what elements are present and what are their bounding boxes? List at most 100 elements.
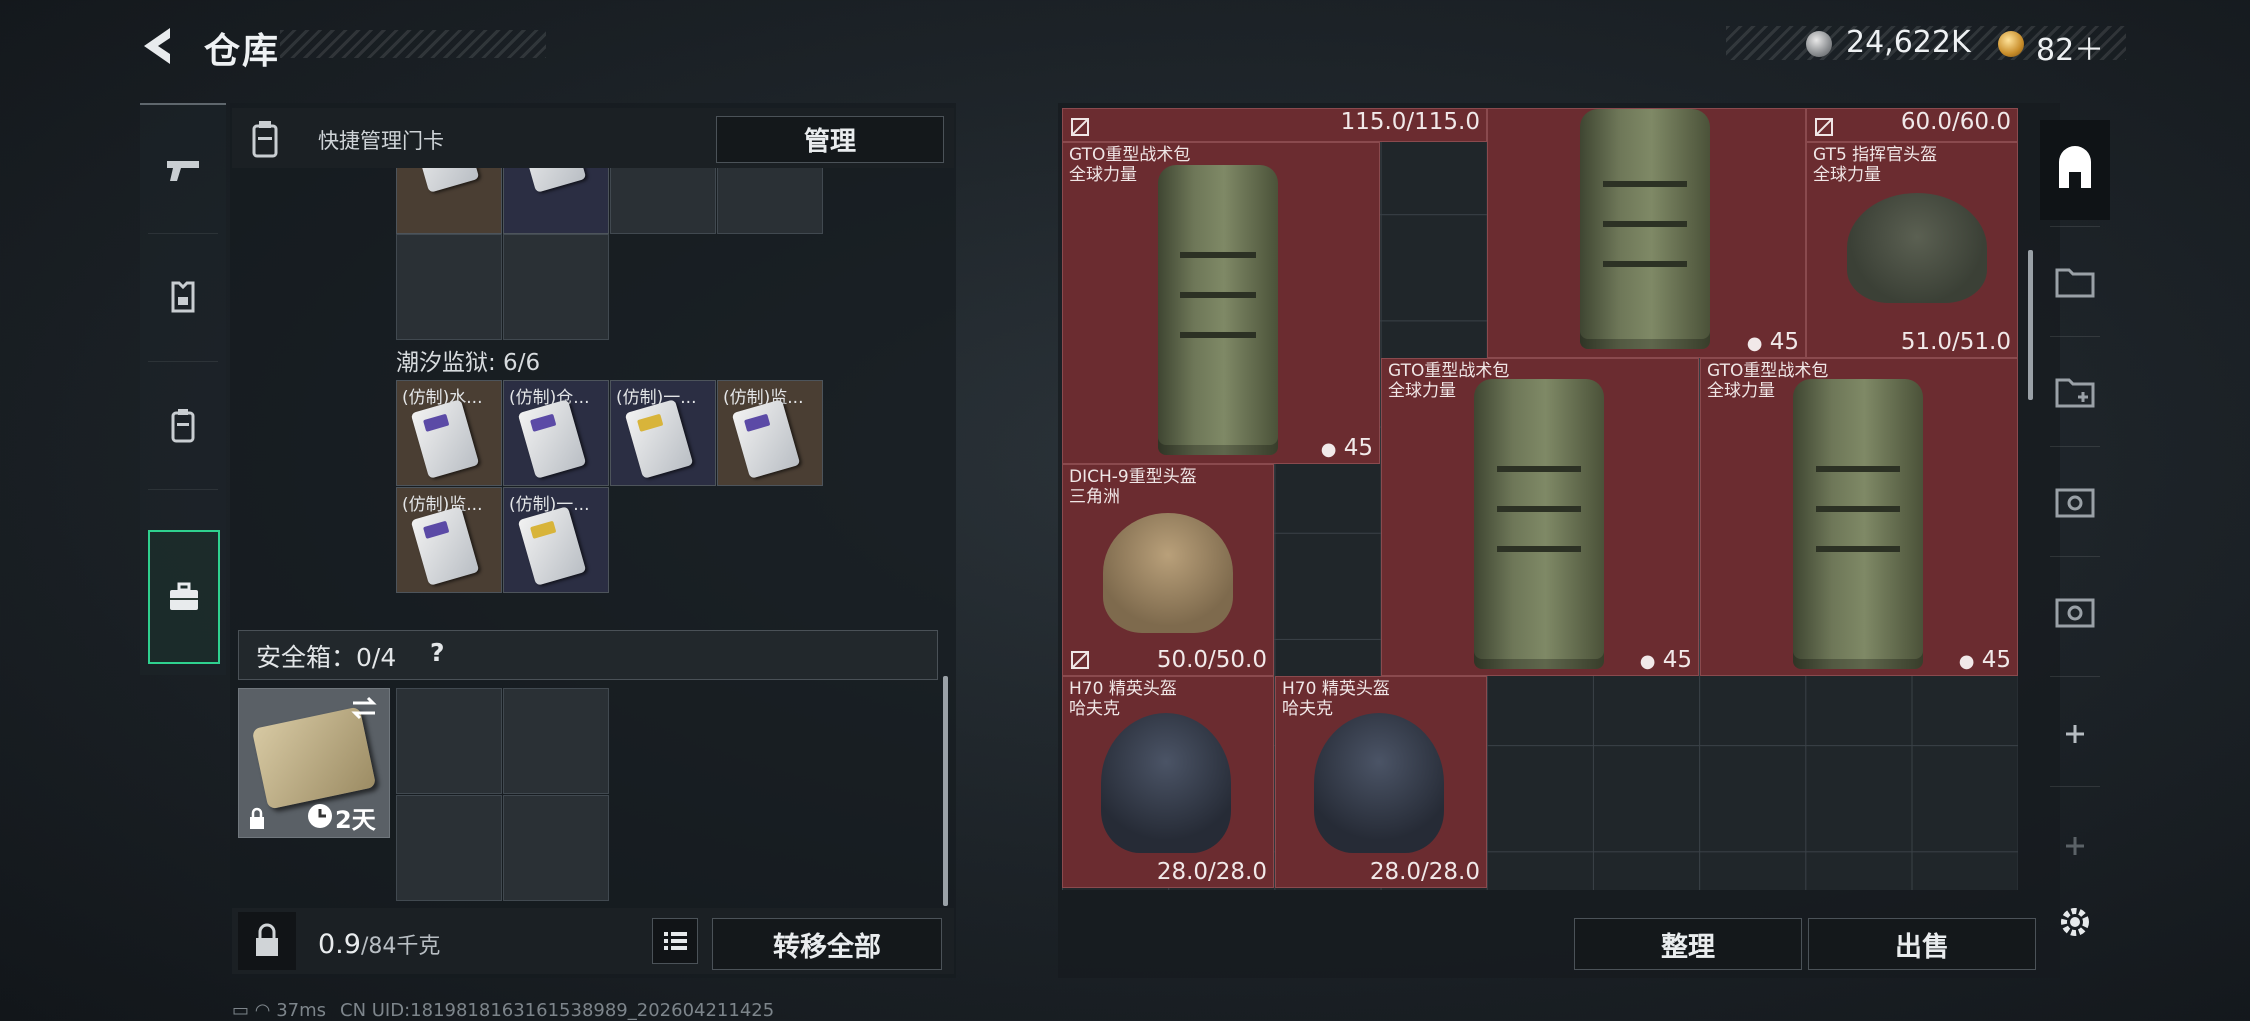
case-timer: 2天 <box>335 806 376 834</box>
empty-slot[interactable] <box>503 688 609 794</box>
stash-item[interactable]: 115.0/115.0 <box>1062 108 1487 142</box>
wifi-icon: ◠ <box>254 1000 271 1021</box>
tactical-backpack-item[interactable]: GTO重型战术包 全球力量 ● 45 <box>1700 358 2018 676</box>
add-folder-icon <box>2055 378 2095 408</box>
tactical-backpack-item[interactable]: ● 45 <box>1487 108 1806 358</box>
stash-page-4[interactable] <box>2040 450 2110 550</box>
key-card[interactable]: (仿制)监... <box>396 487 502 593</box>
add-page-button[interactable] <box>2040 684 2110 784</box>
plus-icon <box>2066 725 2084 743</box>
sort-button[interactable]: 整理 <box>1574 918 1802 970</box>
sell-button[interactable]: 出售 <box>1808 918 2036 970</box>
stack-icon: ● <box>1746 333 1763 354</box>
coin-icon <box>1806 31 1832 57</box>
stash-item[interactable]: 60.0/60.0 <box>1806 108 2018 142</box>
lock-icon <box>256 923 278 956</box>
nav-weapons[interactable] <box>140 105 226 233</box>
clock-icon <box>308 804 332 828</box>
scrollbar[interactable] <box>943 676 948 906</box>
weight-value: 0.9 <box>318 929 361 960</box>
back-arrow-icon <box>144 28 170 64</box>
network-status: ▭ ◠ 37ms <box>232 1000 326 1021</box>
lock-button[interactable] <box>238 912 296 970</box>
helmet-image <box>1314 713 1444 853</box>
no-sale-icon <box>1071 118 1089 136</box>
list-icon <box>664 932 687 950</box>
stack-icon: ● <box>1320 439 1337 460</box>
stack-icon: ● <box>1639 651 1656 672</box>
helmet-image <box>1847 193 1987 303</box>
lock-icon <box>250 807 264 829</box>
latency-readout: 37ms <box>276 1000 327 1021</box>
storage-icon <box>2055 488 2095 518</box>
warehouse-icon <box>2059 146 2091 188</box>
case-image <box>251 706 377 810</box>
briefcase-icon <box>170 582 198 610</box>
folder-icon <box>2055 268 2095 298</box>
manage-button[interactable]: 管理 <box>716 116 944 163</box>
help-button[interactable]: ? <box>430 638 445 667</box>
swap-icon <box>351 696 377 720</box>
stash-page-3[interactable] <box>2040 340 2110 440</box>
helmet-image <box>1103 513 1233 633</box>
settings-button[interactable] <box>2040 872 2110 972</box>
backpack-icon <box>242 116 288 162</box>
key-card[interactable]: (仿制)监... <box>717 380 823 486</box>
empty-slot[interactable] <box>396 688 502 794</box>
backpack-image <box>1474 379 1604 669</box>
stack-icon: ● <box>1958 651 1975 672</box>
pistol-icon <box>167 161 199 181</box>
weight-readout: 0.9/84千克 <box>318 928 440 960</box>
key-card[interactable]: (仿制)仓... <box>503 380 609 486</box>
quick-manage-label: 快捷管理门卡 <box>318 129 444 153</box>
empty-slot[interactable] <box>503 795 609 901</box>
item-count: ● 45 <box>1958 647 2011 673</box>
safe-box-label: 安全箱：0/4 <box>256 643 397 672</box>
nav-armor[interactable] <box>140 233 226 361</box>
key-card[interactable]: (仿制)水... <box>396 380 502 486</box>
scrollbar[interactable] <box>2028 250 2033 400</box>
no-sale-icon <box>1071 651 1089 669</box>
helmet-item[interactable]: GT5 指挥官头盔 全球力量 51.0/51.0 <box>1806 142 2018 358</box>
empty-slot[interactable] <box>396 795 502 901</box>
tactical-backpack-item[interactable]: GTO重型战术包 全球力量 ● 45 <box>1381 358 1699 676</box>
page-title: 仓库 <box>204 31 281 72</box>
vest-icon <box>171 281 195 313</box>
nav-backpack[interactable] <box>140 361 226 489</box>
storage-icon <box>2055 598 2095 628</box>
tactical-backpack-item[interactable]: GTO重型战术包 全球力量 ● 45 <box>1062 142 1380 464</box>
battery-icon: ▭ <box>232 1000 250 1021</box>
helmet-item[interactable]: H70 精英头盔 哈夫克 28.0/28.0 <box>1275 676 1487 888</box>
stash-page-main[interactable] <box>2040 120 2110 220</box>
title-decoration <box>280 30 546 58</box>
token-amount[interactable]: 82＋ <box>2036 25 2104 69</box>
coin-amount: 24,622K <box>1846 25 1971 60</box>
item-count: ● 45 <box>1746 329 1799 355</box>
key-card[interactable]: (仿制)一... <box>503 487 609 593</box>
token-icon <box>1998 31 2024 57</box>
nav-safe-box[interactable] <box>148 530 220 664</box>
back-button[interactable] <box>136 24 180 68</box>
helmet-item[interactable]: DICH-9重型头盔 三角洲 50.0/50.0 <box>1062 464 1274 676</box>
list-view-button[interactable] <box>652 918 698 964</box>
backpack-image <box>1580 109 1710 349</box>
plus-icon <box>2066 837 2084 855</box>
empty-slot[interactable] <box>503 234 609 340</box>
weight-capacity: /84千克 <box>360 934 441 959</box>
backpack-icon <box>171 409 195 443</box>
item-count: ● 45 <box>1639 647 1692 673</box>
helmet-image <box>1101 713 1231 853</box>
backpack-image <box>1158 165 1278 455</box>
no-sale-icon <box>1815 118 1833 136</box>
key-card[interactable]: (仿制)一... <box>610 380 716 486</box>
transfer-all-button[interactable]: 转移全部 <box>712 918 942 970</box>
gear-icon <box>2061 908 2089 936</box>
empty-slot[interactable] <box>396 234 502 340</box>
backpack-image <box>1793 379 1923 669</box>
item-count: ● 45 <box>1320 435 1373 461</box>
stash-page-5[interactable] <box>2040 560 2110 660</box>
uid-label: CN UID:1819818163161538989_202604211425 <box>340 1000 775 1021</box>
tidal-prison-label: 潮汐监狱: 6/6 <box>396 350 541 376</box>
helmet-item[interactable]: H70 精英头盔 哈夫克 28.0/28.0 <box>1062 676 1274 888</box>
stash-page-2[interactable] <box>2040 230 2110 330</box>
